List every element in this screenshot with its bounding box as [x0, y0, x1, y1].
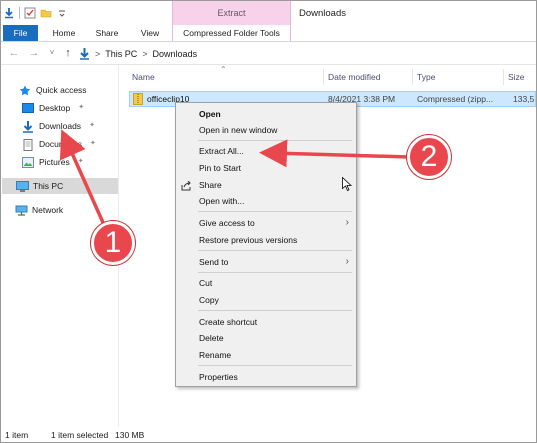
breadcrumb-downloads[interactable]: Downloads — [153, 49, 198, 59]
submenu-chevron-icon: › — [345, 256, 349, 267]
download-icon[interactable] — [3, 7, 15, 19]
column-header-size[interactable]: Size — [508, 65, 525, 89]
sort-ascending-icon: ⌃ — [220, 65, 227, 74]
menu-separator — [198, 140, 352, 141]
toolbar-divider — [19, 7, 20, 19]
column-header-name[interactable]: Name — [132, 65, 155, 89]
tab-compressed-folder-tools[interactable]: Compressed Folder Tools — [172, 25, 291, 41]
menu-item-copy[interactable]: Copy — [176, 292, 356, 308]
menu-item-open[interactable]: Open — [176, 106, 356, 122]
nav-desktop[interactable]: Desktop ✦ — [22, 100, 84, 116]
menu-item-give-access[interactable]: Give access to › — [176, 215, 356, 231]
breadcrumb-separator: > — [95, 49, 101, 59]
menu-separator — [198, 211, 352, 212]
menu-item-share[interactable]: Share — [176, 177, 356, 193]
pin-icon: ✦ — [77, 158, 84, 165]
menu-item-rename[interactable]: Rename — [176, 347, 356, 363]
up-arrow-icon[interactable]: ↑ — [61, 46, 75, 60]
desktop-icon — [22, 103, 34, 113]
menu-separator — [198, 250, 352, 251]
menu-item-open-new-window[interactable]: Open in new window — [176, 122, 356, 138]
window-title: Downloads — [299, 8, 346, 19]
downloads-icon — [22, 121, 34, 133]
back-arrow-icon[interactable]: ← — [7, 46, 21, 60]
nav-label: Downloads — [39, 121, 82, 131]
recent-locations-chevron-icon[interactable]: ˅ — [45, 46, 59, 60]
pin-icon: ✦ — [78, 104, 85, 111]
nav-documents[interactable]: Documents ✦ — [22, 136, 96, 152]
menu-item-create-shortcut[interactable]: Create shortcut — [176, 314, 356, 330]
menu-item-label: Give access to — [199, 218, 255, 228]
address-bar[interactable]: > This PC > Downloads — [79, 46, 534, 62]
nav-downloads[interactable]: Downloads ✦ — [22, 118, 95, 134]
nav-label: Quick access — [36, 85, 87, 95]
tab-file[interactable]: File — [3, 25, 38, 41]
mouse-cursor-icon — [342, 176, 353, 192]
pin-icon: ✦ — [90, 140, 96, 147]
context-menu: Open Open in new window Extract All... P… — [175, 102, 357, 387]
menu-item-delete[interactable]: Delete — [176, 330, 356, 346]
file-size: 133,5 — [513, 94, 535, 104]
submenu-chevron-icon: › — [345, 217, 349, 228]
nav-label: Pictures — [39, 157, 70, 167]
properties-check-icon[interactable] — [24, 7, 36, 19]
nav-this-pc[interactable]: This PC — [2, 178, 118, 194]
column-divider[interactable] — [503, 69, 504, 85]
documents-icon — [22, 139, 34, 151]
new-folder-icon[interactable] — [40, 7, 52, 19]
nav-label: This PC — [33, 181, 64, 191]
menu-item-open-with[interactable]: Open with... — [176, 193, 356, 209]
menu-separator — [198, 272, 352, 273]
tab-home[interactable]: Home — [45, 25, 83, 41]
breadcrumb-separator: > — [142, 49, 148, 59]
star-icon — [19, 85, 31, 96]
network-icon — [15, 205, 28, 216]
menu-item-pin-to-start[interactable]: Pin to Start — [176, 160, 356, 176]
pin-icon: ✦ — [89, 122, 95, 129]
title-bar: Extract Downloads — [1, 1, 536, 25]
tab-share[interactable]: Share — [88, 25, 126, 41]
nav-label: Desktop — [39, 103, 71, 113]
tab-view[interactable]: View — [131, 25, 169, 41]
quick-access-toolbar — [3, 4, 68, 22]
breadcrumb-this-pc[interactable]: This PC — [105, 49, 137, 59]
status-selected: 1 item selected — [51, 430, 109, 440]
nav-label: Network — [32, 205, 64, 215]
downloads-location-icon — [79, 48, 90, 60]
column-header-date[interactable]: Date modified — [328, 65, 380, 89]
annotation-badge-2: 2 — [407, 135, 451, 179]
annotation-badge-1: 1 — [91, 221, 135, 265]
menu-item-restore-versions[interactable]: Restore previous versions — [176, 232, 356, 248]
menu-item-label: Send to — [199, 257, 229, 267]
pictures-icon — [22, 157, 34, 168]
customize-toolbar-icon[interactable] — [56, 7, 68, 19]
nav-label: Documents — [39, 139, 82, 149]
menu-item-cut[interactable]: Cut — [176, 275, 356, 291]
computer-icon — [16, 181, 29, 192]
forward-arrow-icon[interactable]: → — [27, 46, 41, 60]
column-header-type[interactable]: Type — [417, 65, 435, 89]
menu-item-properties[interactable]: Properties — [176, 369, 356, 385]
status-item-count: 1 item — [5, 430, 29, 440]
share-icon — [181, 180, 192, 191]
status-bar: 1 item 1 item selected 130 MB — [1, 427, 536, 442]
column-divider[interactable] — [323, 69, 324, 85]
status-size: 130 MB — [115, 430, 145, 440]
menu-item-send-to[interactable]: Send to › — [176, 254, 356, 270]
zip-folder-icon — [133, 93, 143, 105]
nav-pictures[interactable]: Pictures ✦ — [22, 154, 84, 170]
column-divider[interactable] — [412, 69, 413, 85]
ribbon-tabs: File Home Share View Compressed Folder T… — [1, 25, 536, 42]
menu-item-label: Share — [199, 180, 222, 190]
nav-quick-access[interactable]: Quick access — [19, 82, 87, 98]
explorer-window: Extract Downloads File Home Share View C… — [0, 0, 537, 443]
nav-network[interactable]: Network — [15, 202, 63, 218]
menu-separator — [198, 310, 352, 311]
menu-separator — [198, 365, 352, 366]
address-row: ← → ˅ ↑ > This PC > Downloads — [1, 43, 536, 65]
menu-item-extract-all[interactable]: Extract All... — [176, 143, 356, 159]
extract-context-group: Extract — [172, 1, 291, 25]
file-type: Compressed (zipp... — [417, 94, 494, 104]
